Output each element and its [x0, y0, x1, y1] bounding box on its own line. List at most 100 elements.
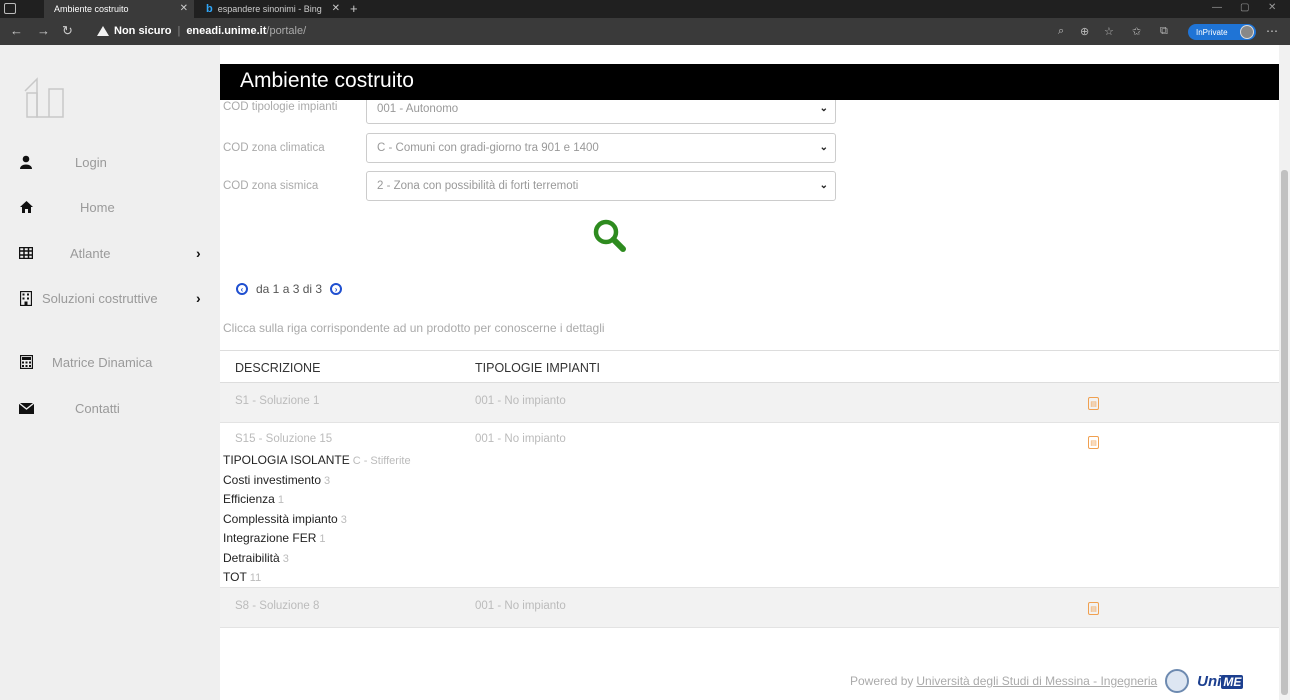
not-secure-label: Non sicuro — [114, 25, 172, 37]
favorite-add-icon[interactable]: ☆ — [1104, 25, 1114, 38]
filter-label: COD zona sismica — [223, 180, 319, 192]
zona-climatica-select[interactable]: C - Comuni con gradi-giorno tra 901 e 14… — [366, 133, 836, 163]
sidebar-item-label: Home — [80, 199, 115, 215]
detail-line: TIPOLOGIA ISOLANTE C - Stifferite — [223, 451, 411, 471]
address-bar: ← → ↻ Non sicuro | eneadi.unime.it /port… — [0, 18, 1290, 45]
pdf-icon[interactable]: ▤ — [1088, 602, 1099, 615]
maximize-icon[interactable]: ▢ — [1240, 2, 1249, 13]
detail-label: Detraibilità — [223, 550, 280, 565]
results-table: DESCRIZIONE TIPOLOGIE IMPIANTI S1 - Solu… — [220, 350, 1279, 628]
calculator-icon — [18, 354, 34, 370]
table-header: DESCRIZIONE TIPOLOGIE IMPIANTI — [220, 350, 1279, 383]
filter-zona-climatica: COD zona climatica C - Comuni con gradi-… — [220, 133, 836, 163]
detail-value: C - Stifferite — [352, 455, 411, 467]
row-details: TIPOLOGIA ISOLANTE C - Stifferite Costi i… — [223, 451, 411, 588]
sidebar-item-home[interactable]: Home — [18, 195, 218, 219]
unime-logo-me: ME — [1221, 674, 1244, 689]
previous-page-icon[interactable]: ‹ — [236, 283, 248, 295]
refresh-icon[interactable]: ↻ — [62, 23, 73, 39]
inprivate-badge[interactable]: InPrivate — [1188, 24, 1256, 40]
zona-sismica-select[interactable]: 2 - Zona con possibilità di forti terrem… — [366, 171, 836, 201]
inprivate-label: InPrivate — [1196, 27, 1228, 37]
url-path: /portale/ — [266, 25, 307, 37]
detail-label: Complessità impianto — [223, 511, 338, 526]
detail-value: 1 — [319, 533, 326, 545]
home-icon — [18, 199, 34, 215]
collections-icon[interactable]: ⧉ — [1160, 25, 1168, 38]
warning-icon — [97, 26, 109, 36]
detail-line: Integrazione FER 1 — [223, 529, 411, 549]
tab-bing[interactable]: b espandere sinonimi - Bing ✕ — [196, 0, 346, 18]
detail-label: TOT — [223, 570, 247, 584]
sidebar-item-contatti[interactable]: Contatti — [18, 396, 218, 420]
close-window-icon[interactable]: ✕ — [1268, 2, 1276, 13]
search-icon[interactable]: ⌕ — [1058, 25, 1064, 38]
new-tab-button[interactable]: + — [350, 1, 358, 16]
next-page-icon[interactable]: › — [330, 283, 343, 295]
select-value: 2 - Zona con possibilità di forti terrem… — [377, 180, 579, 192]
close-tab-icon[interactable]: ✕ — [180, 3, 188, 14]
chevron-right-icon: › — [196, 245, 201, 261]
detail-label: Efficienza — [223, 492, 275, 506]
tab-title: Ambiente costruito — [54, 4, 129, 14]
chevron-down-icon: ⌄ — [819, 180, 828, 191]
powered-by-text: Powered by — [850, 674, 914, 688]
tab-title: espandere sinonimi - Bing — [217, 4, 322, 14]
bing-icon: b — [206, 3, 213, 15]
url-field[interactable]: Non sicuro | eneadi.unime.it /portale/ — [97, 25, 306, 37]
page-header: Ambiente costruito — [220, 64, 1279, 100]
sidebar-item-login[interactable]: Login — [18, 150, 218, 174]
university-seal-icon — [1165, 669, 1190, 693]
table-row[interactable]: S15 - Soluzione 15 001 - No impianto ▤ T… — [220, 423, 1279, 588]
chevron-right-icon: › — [196, 290, 201, 306]
row-description: S15 - Soluzione 15 — [235, 433, 333, 445]
detail-value: 3 — [340, 513, 347, 526]
pager: ‹ da 1 a 3 di 3 › — [236, 282, 343, 296]
sidebar-item-matrice-dinamica[interactable]: Matrice Dinamica — [18, 350, 218, 374]
tab-ambiente-costruito[interactable]: Ambiente costruito ✕ — [44, 0, 194, 18]
pager-text: da 1 a 3 di 3 — [256, 282, 323, 296]
table-row[interactable]: S8 - Soluzione 8 001 - No impianto ▤ — [220, 588, 1279, 628]
favorites-icon[interactable]: ✩ — [1132, 25, 1141, 38]
select-value: C - Comuni con gradi-giorno tra 901 e 14… — [377, 142, 599, 154]
back-icon[interactable]: ← — [10, 23, 23, 38]
row-tipologia: 001 - No impianto — [475, 433, 566, 445]
footer: Powered by Università degli Studi di Mes… — [850, 669, 1244, 693]
browser-tab-bar: Ambiente costruito ✕ b espandere sinonim… — [0, 0, 1290, 18]
filter-zona-sismica: COD zona sismica 2 - Zona con possibilit… — [220, 171, 836, 201]
table-row[interactable]: S1 - Soluzione 1 001 - No impianto ▤ — [220, 383, 1279, 423]
sidebar: Login Home Atlante › Soluzioni costrutti… — [0, 45, 220, 700]
column-header-descrizione: DESCRIZIONE — [235, 361, 321, 375]
scrollbar[interactable] — [1279, 45, 1290, 700]
detail-line: Efficienza 1 — [223, 490, 411, 510]
url-host: eneadi.unime.it — [186, 25, 267, 37]
row-description: S1 - Soluzione 1 — [235, 395, 320, 407]
detail-value: 1 — [277, 494, 284, 506]
sidebar-item-label: Soluzioni costruttive — [42, 290, 158, 306]
zoom-icon[interactable]: ⊕ — [1080, 25, 1089, 38]
detail-label: Integrazione FER — [223, 531, 317, 545]
row-tipologia: 001 - No impianto — [475, 395, 566, 407]
more-icon[interactable]: ⋯ — [1266, 24, 1278, 38]
column-header-tipologie: TIPOLOGIE IMPIANTI — [475, 361, 601, 375]
hint-text: Clicca sulla riga corrispondente ad un p… — [223, 321, 605, 335]
filter-label: COD zona climatica — [223, 142, 325, 154]
minimize-icon[interactable]: — — [1212, 2, 1222, 13]
close-tab-icon[interactable]: ✕ — [332, 3, 340, 14]
sidebar-item-soluzioni-costruttive[interactable]: Soluzioni costruttive › — [18, 286, 218, 310]
detail-line: Costi investimento 3 — [223, 471, 411, 491]
detail-value: 3 — [324, 474, 331, 487]
forward-icon[interactable]: → — [37, 23, 50, 38]
workspaces-icon[interactable] — [4, 3, 16, 14]
sidebar-item-label: Matrice Dinamica — [52, 354, 153, 370]
search-icon[interactable] — [592, 218, 626, 252]
scrollbar-thumb[interactable] — [1281, 170, 1288, 695]
university-link[interactable]: Università degli Studi di Messina - Inge… — [916, 674, 1157, 688]
sidebar-item-atlante[interactable]: Atlante › — [18, 241, 218, 265]
detail-label: Costi investimento — [223, 472, 322, 487]
row-description: S8 - Soluzione 8 — [235, 600, 320, 612]
chevron-down-icon: ⌄ — [819, 103, 828, 114]
sidebar-item-label: Login — [75, 154, 107, 170]
pdf-icon[interactable]: ▤ — [1088, 397, 1099, 410]
pdf-icon[interactable]: ▤ — [1088, 436, 1099, 449]
